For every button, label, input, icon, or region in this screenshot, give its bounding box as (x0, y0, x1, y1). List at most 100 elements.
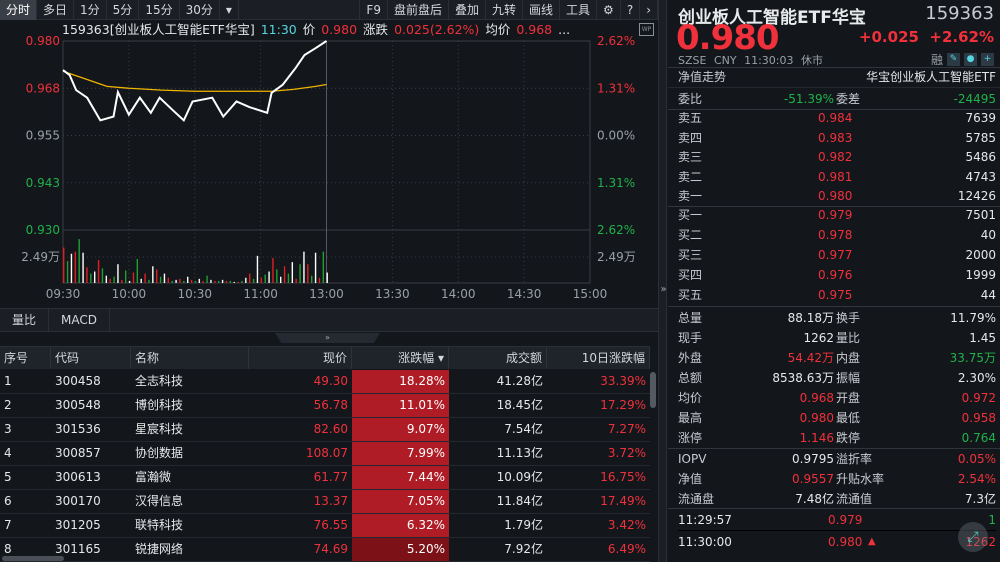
help-icon[interactable]: ? (621, 0, 641, 20)
volume-bar (167, 277, 170, 283)
period-dropdown-icon[interactable]: ▾ (220, 0, 239, 20)
y-tick-label: 0.980 (26, 34, 60, 48)
draw-line-button[interactable]: 画线 (523, 0, 561, 20)
col-10day-change[interactable]: 10日涨跌幅 (547, 347, 650, 369)
tab-30min[interactable]: 30分 (180, 0, 220, 20)
x-tick-label: 10:30 (177, 287, 212, 301)
collapse-handle-icon[interactable]: » (275, 333, 380, 343)
x-tick-label: 14:00 (441, 287, 476, 301)
level-label: 卖二 (678, 169, 703, 184)
tab-1min[interactable]: 1分 (74, 0, 107, 20)
table-row[interactable]: 1 300458 全志科技 49.30 18.28% 41.28亿 33.39% (0, 370, 650, 394)
col-code[interactable]: 代码 (51, 347, 131, 369)
level-price: 0.983 (818, 130, 853, 145)
stat-value: 88.18万 (787, 311, 834, 325)
table-row[interactable]: 7 301205 联特科技 76.55 6.32% 1.79亿 3.42% (0, 514, 650, 538)
table-row[interactable]: 5 300613 富瀚微 61.77 7.44% 10.09亿 16.75% (0, 466, 650, 490)
expand-arrows-icon[interactable]: ⤢ (958, 522, 988, 552)
expand-panel-icon[interactable]: » (659, 284, 668, 295)
more-indicator[interactable]: ... (558, 22, 570, 37)
stat-row: IOPV 0.9795 溢折率 0.05% (678, 449, 996, 469)
level-price: 0.981 (818, 169, 853, 184)
volume-bar (132, 272, 135, 283)
bid-level[interactable]: 买一 0.979 7501 (678, 205, 996, 225)
table-row[interactable]: 2 300548 博创科技 56.78 11.01% 18.45亿 17.29% (0, 394, 650, 418)
security-name: 159363[创业板人工智能ETF华宝] (62, 22, 255, 37)
stat-label: 最低 (836, 411, 861, 425)
row-index: 1 (4, 374, 12, 388)
ask-level[interactable]: 卖五 0.984 7639 (678, 108, 996, 128)
stat-label: 溢折率 (836, 452, 873, 466)
volume-bar (105, 275, 108, 283)
volume-bar (237, 281, 239, 283)
tab-intraday[interactable]: 分时 (0, 0, 38, 20)
settings-gear-icon[interactable]: ⚙ (597, 0, 621, 20)
col-turnover[interactable]: 成交额 (449, 347, 547, 369)
add-plus-icon[interactable]: + (981, 53, 994, 66)
tools-button[interactable]: 工具 (560, 0, 598, 20)
volume-bar (268, 271, 270, 283)
stat-value: 1.146 (799, 431, 834, 445)
ask-level[interactable]: 卖一 0.980 12426 (678, 186, 996, 206)
nav-trend-row[interactable]: 净值走势 华宝创业板人工智能ETF (678, 67, 996, 87)
market-status: 休市 (801, 54, 823, 67)
table-row[interactable]: 4 300857 协创数据 108.07 7.99% 11.13亿 3.72% (0, 442, 650, 466)
stat-label: 开盘 (836, 391, 861, 405)
volume-bar (210, 279, 212, 283)
col-change-pct[interactable]: 涨跌幅 ▾ (352, 347, 449, 369)
volume-bar (214, 280, 216, 283)
bid-level[interactable]: 买二 0.978 40 (678, 225, 996, 245)
volume-bar (109, 278, 111, 283)
horizontal-scrollbar[interactable] (2, 556, 64, 561)
row-change-pct: 7.99% (352, 442, 449, 465)
ask-level[interactable]: 卖四 0.983 5785 (678, 128, 996, 148)
x-tick-label: 10:00 (112, 287, 147, 301)
x-tick-label: 13:30 (375, 287, 410, 301)
tab-5min[interactable]: 5分 (107, 0, 140, 20)
col-index[interactable]: 序号 (0, 347, 51, 369)
tab-multi-day[interactable]: 多日 (37, 0, 75, 20)
pre-post-market-button[interactable]: 盘前盘后 (388, 0, 449, 20)
level-label: 卖四 (678, 130, 703, 145)
col-price[interactable]: 现价 (249, 347, 352, 369)
chart-panel: 分时 多日 1分 5分 15分 30分 ▾ F9 盘前盘后 叠加 九转 画线 工… (0, 0, 658, 562)
ask-level[interactable]: 卖二 0.981 4743 (678, 167, 996, 187)
nine-turn-button[interactable]: 九转 (486, 0, 524, 20)
volume-bar (152, 266, 154, 283)
vertical-scrollbar[interactable] (650, 372, 656, 408)
chevron-right-icon[interactable]: › (640, 0, 658, 20)
row-index: 5 (4, 470, 12, 484)
level-volume: 2000 (965, 248, 996, 262)
wp-icon[interactable]: WP (639, 23, 654, 36)
table-row[interactable]: 3 301536 星宸科技 82.60 9.07% 7.54亿 7.27% (0, 418, 650, 442)
row-price: 61.77 (313, 470, 348, 484)
tab-volume-ratio[interactable]: 量比 (0, 309, 50, 331)
row-code: 301536 (55, 422, 101, 436)
overlay-button[interactable]: 叠加 (449, 0, 486, 20)
bid-level[interactable]: 买三 0.977 2000 (678, 245, 996, 265)
volume-bar (90, 273, 92, 283)
table-row[interactable]: 6 300170 汉得信息 13.37 7.05% 11.84亿 17.49% (0, 490, 650, 514)
volume-bar (202, 280, 204, 283)
nav-trend-link[interactable]: 净值走势 (678, 67, 726, 87)
table-row[interactable]: 8 301165 锐捷网络 74.69 5.20% 7.92亿 6.49% (0, 538, 650, 562)
bid-level[interactable]: 买四 0.976 1999 (678, 265, 996, 285)
market-meta: SZSE CNY 11:30:03 休市 (678, 52, 823, 68)
f9-button[interactable]: F9 (360, 0, 388, 20)
volume-bar (74, 251, 77, 283)
col-name[interactable]: 名称 (131, 347, 249, 369)
ask-level[interactable]: 卖三 0.982 5486 (678, 147, 996, 167)
tab-macd[interactable]: MACD (49, 309, 110, 331)
change-label: 涨跌 (363, 22, 389, 37)
bid-level[interactable]: 买五 0.975 44 (678, 285, 996, 305)
level-label: 买三 (678, 248, 703, 262)
stat-row: 流通盘 7.48亿 流通值 7.3亿 (678, 489, 996, 509)
intraday-chart[interactable]: 0.980 2.62% 0.968 1.31% 0.955 0.00% 0.943 1.31%… (0, 30, 658, 305)
volume-bar (82, 252, 84, 283)
volume-bar (70, 253, 73, 283)
volume-bar (101, 268, 104, 283)
volume-bar (307, 264, 309, 283)
edit-pencil-icon[interactable]: ✎ (947, 53, 960, 66)
alert-bell-icon[interactable]: ● (964, 53, 977, 66)
tab-15min[interactable]: 15分 (139, 0, 180, 20)
